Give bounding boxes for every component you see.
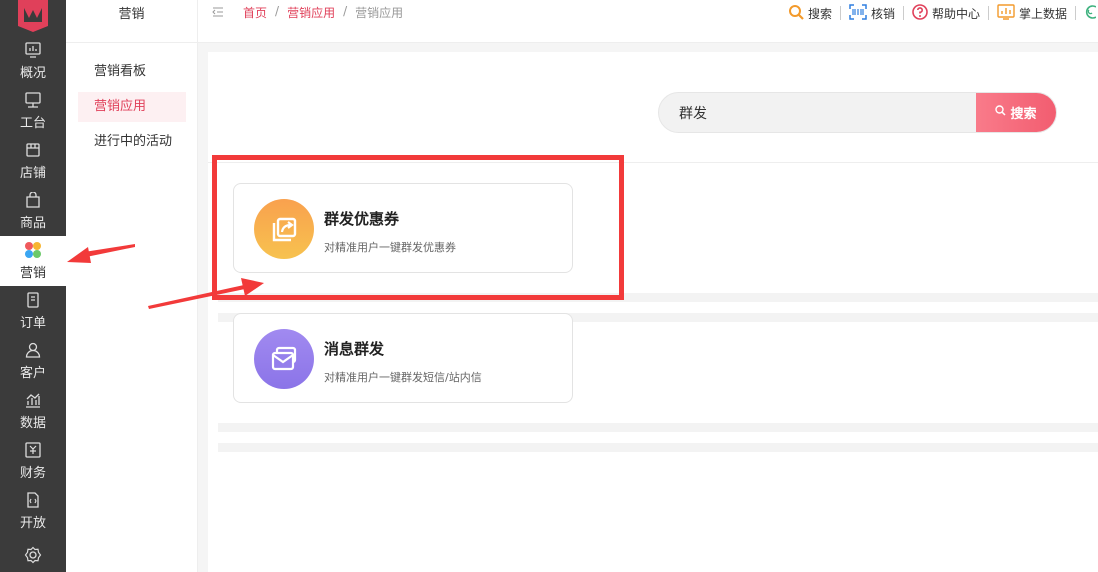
help-icon [912,3,928,23]
section-separator [218,443,1098,452]
rail-item-store[interactable]: 店铺 [0,136,66,186]
marketing-icon [24,241,42,259]
sidebar-item-active-campaigns[interactable]: 进行中的活动 [78,127,186,157]
rail-item-label: 客户 [19,366,46,381]
rail-item-label: 开放 [19,516,46,531]
logo-icon [18,0,48,32]
sidebar-item-marketing-apps[interactable]: 营销应用 [78,92,186,122]
rail-item-label: 店铺 [19,166,46,181]
search-tool-label: 搜索 [807,6,832,21]
app-card-title: 消息群发 [324,340,385,358]
breadcrumb-separator: / [275,4,280,18]
verify-tool-label: 核销 [870,6,895,21]
breadcrumb: 首页 / 营销应用 / 营销应用 [243,4,403,21]
app-search-bar: 搜索 [658,92,1057,133]
goods-icon [24,191,42,209]
customer-icon [24,341,42,359]
rail-item-open[interactable]: 开放 [0,486,66,536]
refresh-icon [1084,4,1097,23]
search-tool-button[interactable]: 搜索 [780,4,841,23]
breadcrumb-marketing-apps[interactable]: 营销应用 [287,4,335,21]
rail-item-settings[interactable] [0,536,66,572]
rail-item-order[interactable]: 订单 [0,286,66,336]
sidebar-item-marketing-board[interactable]: 营销看板 [78,57,186,87]
rail-item-marketing[interactable]: 营销 [0,236,66,286]
app-search-input[interactable] [659,93,977,132]
rail-item-goods[interactable]: 商品 [0,186,66,236]
rail-item-label: 概况 [19,66,46,81]
main-nav-rail: 概况 工台 店铺 商品 营销 订单 客户 数据 财务 开放 [0,0,66,572]
breadcrumb-separator: / [343,4,348,18]
data-icon [24,391,42,409]
top-header: 首页 / 营销应用 / 营销应用 搜索 核销 帮助中心 掌上数据 [198,0,1098,43]
header-tools: 搜索 核销 帮助中心 掌上数据 [780,3,1098,23]
rail-item-label: 数据 [19,416,46,431]
mobile-data-icon [997,3,1015,23]
highlight-box [212,155,624,300]
rail-item-label: 财务 [19,466,46,481]
rail-item-data[interactable]: 数据 [0,386,66,436]
desk-icon [24,91,42,109]
message-icon [254,329,314,389]
breadcrumb-home[interactable]: 首页 [243,4,267,21]
open-icon [24,491,42,509]
collapse-menu-icon[interactable] [212,6,224,22]
help-center-label: 帮助中心 [931,6,980,21]
help-center-button[interactable]: 帮助中心 [904,3,989,23]
secondary-sidebar: 营销 营销看板 营销应用 进行中的活动 [66,0,198,572]
app-search-button[interactable]: 搜索 [976,93,1056,132]
breadcrumb-current: 营销应用 [355,6,404,20]
rail-item-label: 营销 [19,266,46,281]
rail-item-label: 商品 [19,216,46,231]
search-icon [788,4,804,23]
section-separator [218,423,1098,432]
mobile-data-button[interactable]: 掌上数据 [989,3,1076,23]
sidebar-title: 营销 [66,0,197,43]
app-card-description: 对精准用户一键群发短信/站内信 [324,371,482,384]
rail-item-overview[interactable]: 概况 [0,36,66,86]
rail-item-label: 工台 [19,116,46,131]
extra-tool-button[interactable] [1076,4,1098,23]
verify-tool-button[interactable]: 核销 [841,3,904,23]
rail-item-customer[interactable]: 客户 [0,336,66,386]
mobile-data-label: 掌上数据 [1018,6,1067,21]
order-icon [24,291,42,309]
store-icon [24,141,42,159]
rail-item-finance[interactable]: 财务 [0,436,66,486]
search-icon [995,105,1007,120]
app-search-button-label: 搜索 [1010,107,1037,122]
finance-icon [24,441,42,459]
app-logo[interactable] [0,0,66,36]
scan-icon [849,3,867,23]
app-card-mass-message[interactable]: 消息群发 对精准用户一键群发短信/站内信 [233,313,573,403]
rail-item-desk[interactable]: 工台 [0,86,66,136]
overview-icon [24,41,42,59]
gear-icon [24,546,42,564]
rail-item-label: 订单 [19,316,46,331]
